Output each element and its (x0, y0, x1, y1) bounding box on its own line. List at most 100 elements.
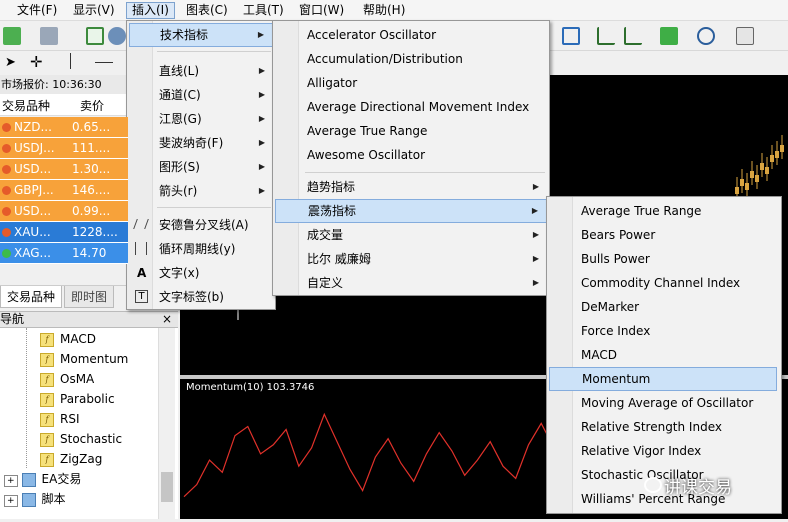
insert-menu-item[interactable]: 通道(C) ▶ (129, 83, 273, 107)
momentum-line (183, 412, 555, 498)
period-separators-icon[interactable] (597, 27, 615, 45)
oscillator-menu-item[interactable]: Relative Strength Index (549, 415, 777, 439)
candle-body (780, 145, 784, 152)
wechat-icon (644, 477, 662, 493)
oscillator-menu-item[interactable]: Average True Range (549, 199, 777, 223)
indicator-menu-item[interactable]: Accelerator Oscillator (275, 23, 547, 47)
oscillator-menu-item[interactable]: Commodity Channel Index (549, 271, 777, 295)
oscillator-menu-item[interactable]: DeMarker (549, 295, 777, 319)
menu-item-label: Momentum (582, 372, 651, 386)
horizontal-line-icon[interactable] (95, 62, 113, 63)
insert-menu-item[interactable]: 图形(S) ▶ (129, 155, 273, 179)
bid-cell: 0.99... (72, 204, 111, 218)
menu-item-label: Average True Range (307, 124, 428, 138)
oscillator-menu-item[interactable]: Bulls Power (549, 247, 777, 271)
menu-item-label: 斐波纳奇(F) (159, 136, 224, 150)
market-watch-title: 市场报价: 10:36:30 (0, 75, 128, 94)
indicator-menu-item[interactable]: Average True Range (275, 119, 547, 143)
new-chart-icon[interactable] (3, 27, 21, 45)
tree-node-label: Stochastic (60, 432, 123, 446)
menu-view[interactable]: 显示(V) (68, 2, 120, 19)
tree-node-expert-advisors[interactable]: + EA交易 (4, 469, 81, 489)
tree-node-indicator[interactable]: f OsMA (40, 369, 94, 389)
table-row[interactable]: GBPJ... 146.... (0, 180, 128, 201)
insert-menu-item[interactable]: 文字标签(b) T (129, 285, 273, 309)
cursor-icon[interactable]: ➤ (5, 55, 16, 70)
oscillator-menu-item[interactable]: Stochastic Oscillator (549, 463, 777, 487)
insert-menu-item[interactable]: 安德鲁分叉线(A) (129, 213, 273, 237)
insert-menu-item[interactable]: 箭头(r) ▶ (129, 179, 273, 203)
menu-help[interactable]: 帮助(H) (358, 2, 410, 19)
profiles-icon[interactable] (40, 27, 58, 45)
navigator-title-text: 导航 (0, 312, 25, 326)
oscillator-menu-item[interactable]: Relative Vigor Index (549, 439, 777, 463)
tree-node-scripts[interactable]: + 脚本 (4, 489, 66, 509)
table-row[interactable]: NZD... 0.65... (0, 117, 128, 138)
clock-icon[interactable] (697, 27, 715, 45)
column-symbol[interactable]: 交易品种 (2, 97, 50, 114)
menu-insert[interactable]: 插入(I) (126, 2, 175, 19)
navigator-scrollbar[interactable] (158, 328, 175, 519)
oscillator-menu-item[interactable]: Moving Average of Oscillator (549, 391, 777, 415)
indicator-group-item[interactable]: 成交量 ▶ (275, 223, 547, 247)
tab-tick-chart[interactable]: 即时图 (64, 286, 115, 308)
tree-node-indicator[interactable]: f RSI (40, 409, 80, 429)
insert-menu-item[interactable]: 循环周期线(y) (129, 237, 273, 261)
insert-menu-item[interactable]: 文字(x) A (129, 261, 273, 285)
candle-body (770, 155, 774, 162)
navigator-panel: f MACD f Momentum f OsMA f Parabolic f RSI f Stocha… (0, 328, 178, 519)
menu-file[interactable]: 文件(F) (12, 2, 62, 19)
indicator-group-item[interactable]: 震荡指标 ▶ (275, 199, 547, 223)
tree-node-indicator[interactable]: f Momentum (40, 349, 128, 369)
insert-menu-item[interactable]: 直线(L) ▶ (129, 59, 273, 83)
indicator-menu-item[interactable]: Average Directional Movement Index (275, 95, 547, 119)
tree-node-indicator[interactable]: f MACD (40, 329, 96, 349)
tree-node-indicator[interactable]: f Stochastic (40, 429, 122, 449)
navigator-icon[interactable] (108, 27, 126, 45)
insert-menu-item[interactable]: 江恩(G) ▶ (129, 107, 273, 131)
scrollbar-thumb[interactable] (161, 472, 173, 502)
insert-menu-item[interactable]: 斐波纳奇(F) ▶ (129, 131, 273, 155)
tree-node-indicator[interactable]: f ZigZag (40, 449, 102, 469)
indicators-icon[interactable] (660, 27, 678, 45)
indicator-menu-item[interactable]: Accumulation/Distribution (275, 47, 547, 71)
menu-charts[interactable]: 图表(C) (181, 2, 233, 19)
table-row[interactable]: USD... 0.99... (0, 201, 128, 222)
table-row[interactable]: USDJ... 111.... (0, 138, 128, 159)
table-row[interactable]: USD... 1.30... (0, 159, 128, 180)
indicator-group-item[interactable]: 趋势指标 ▶ (275, 175, 547, 199)
indicator-group-item[interactable]: 自定义 ▶ (275, 271, 547, 295)
oscillator-menu-item[interactable]: Williams' Percent Range (549, 487, 777, 511)
oscillator-menu-item[interactable]: Force Index (549, 319, 777, 343)
tree-node-indicator[interactable]: f Parabolic (40, 389, 115, 409)
market-watch-tabs: 交易品种 即时图 (0, 285, 128, 309)
chart-shift-icon[interactable] (624, 27, 642, 45)
table-row[interactable]: XAG... 14.70 (0, 243, 128, 264)
menu-item-label: Relative Strength Index (581, 420, 722, 434)
vertical-line-icon[interactable] (70, 53, 71, 69)
symbol-cell: XAG... (14, 246, 51, 260)
insert-menu-item[interactable]: 技术指标 ▶ (129, 23, 273, 47)
close-icon[interactable]: × (162, 312, 172, 327)
market-watch-icon[interactable] (86, 27, 104, 45)
chevron-right-icon: ▶ (532, 182, 539, 191)
menu-window[interactable]: 窗口(W) (294, 2, 349, 19)
column-bid[interactable]: 卖价 (80, 97, 104, 114)
bid-cell: 111.... (72, 141, 111, 155)
indicator-menu-item[interactable]: Awesome Oscillator (275, 143, 547, 167)
tile-windows-icon[interactable] (562, 27, 580, 45)
tab-symbols[interactable]: 交易品种 (0, 286, 63, 308)
oscillator-menu-item[interactable]: Momentum (549, 367, 777, 391)
menu-item-label: 成交量 (307, 228, 344, 242)
menu-item-label: Alligator (307, 76, 358, 90)
oscillator-menu-item[interactable]: MACD (549, 343, 777, 367)
indicator-group-item[interactable]: 比尔 威廉姆 ▶ (275, 247, 547, 271)
menu-tools[interactable]: 工具(T) (238, 2, 289, 19)
crosshair-icon[interactable]: ✛ (30, 53, 43, 71)
menu-item-label: Bulls Power (581, 252, 650, 266)
indicator-menu-item[interactable]: Alligator (275, 71, 547, 95)
table-row[interactable]: XAU... 1228.... (0, 222, 128, 243)
tree-node-label: RSI (60, 412, 80, 426)
oscillator-menu-item[interactable]: Bears Power (549, 223, 777, 247)
templates-icon[interactable] (736, 27, 754, 45)
